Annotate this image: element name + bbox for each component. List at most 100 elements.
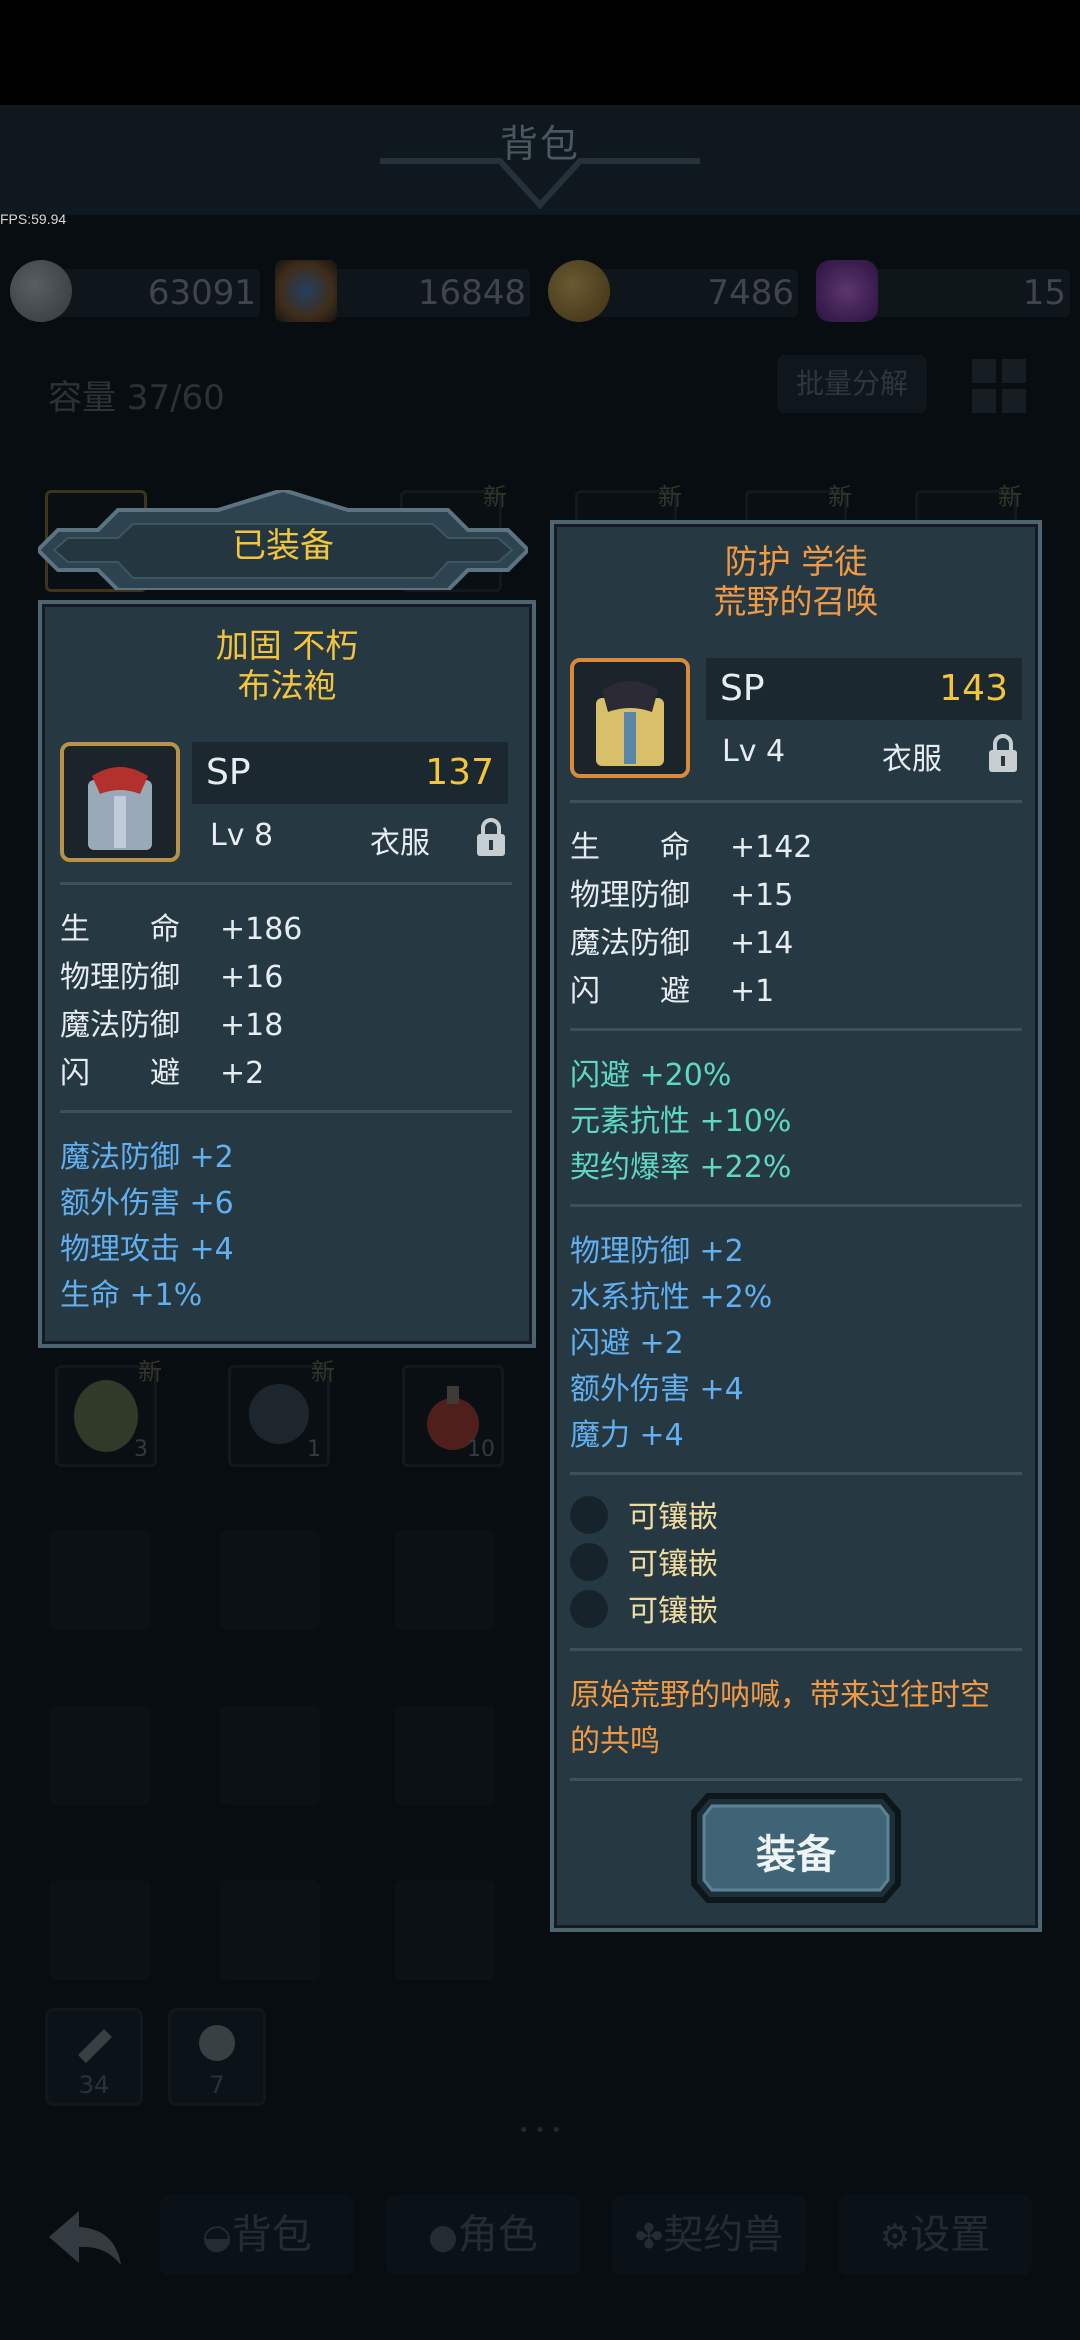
purple-gem-icon xyxy=(816,260,878,322)
divider xyxy=(570,1204,1022,1207)
item-type: 衣服 xyxy=(882,742,942,777)
nav-tab-bag[interactable]: ◒背包 xyxy=(160,2195,354,2275)
currency-silver: 63091 xyxy=(10,255,260,330)
back-arrow-icon[interactable] xyxy=(45,2207,125,2269)
divider xyxy=(60,1110,512,1113)
socket-label: 可镶嵌 xyxy=(628,1500,718,1535)
empty-slot[interactable] xyxy=(220,1880,320,1980)
currency-value: 16848 xyxy=(417,273,526,313)
equipped-item-panel: 加固 不朽 布法袍 SP 137 Lv 8 衣服 生 命 +186 物理防御 +16… xyxy=(38,600,536,1348)
stat-row: 闪 避 +1 xyxy=(570,974,775,1009)
quick-slot-capsule[interactable]: 7 xyxy=(168,2008,266,2106)
grid-view-icon[interactable] xyxy=(970,357,1028,415)
currency-crest: 16848 xyxy=(275,255,530,330)
nav-tab-settings[interactable]: ⚙设置 xyxy=(838,2195,1032,2275)
affix-line: 魔法防御 +2 xyxy=(60,1140,234,1175)
character-icon: ● xyxy=(428,2217,458,2257)
hammer-icon xyxy=(78,2029,112,2063)
affix-line: 生命 +1% xyxy=(60,1278,203,1313)
header-ornament-icon xyxy=(380,158,700,210)
empty-slot[interactable] xyxy=(395,1530,495,1630)
empty-slot[interactable] xyxy=(395,1705,495,1805)
affix-line: 魔力 +4 xyxy=(570,1418,684,1453)
empty-slot[interactable] xyxy=(50,1705,150,1805)
currency-value: 7486 xyxy=(707,273,794,313)
special-affix-line: 闪避 +20% xyxy=(570,1058,732,1093)
gem-socket-icon[interactable] xyxy=(570,1496,608,1534)
new-badge: 新 xyxy=(138,1358,162,1386)
socket-label: 可镶嵌 xyxy=(628,1547,718,1582)
sp-bar: SP 143 xyxy=(706,658,1022,720)
empty-slot[interactable] xyxy=(395,1880,495,1980)
batch-decompose-button[interactable]: 批量分解 xyxy=(777,355,927,413)
stat-row: 生 命 +186 xyxy=(60,912,303,947)
capacity-label: 容量 37/60 xyxy=(48,378,225,418)
item-name-line1: 防护 学徒 xyxy=(724,542,868,581)
affix-line: 水系抗性 +2% xyxy=(570,1280,773,1315)
screen-header: 背包 xyxy=(0,105,1080,215)
flavor-text: 原始荒野的呐喊，带来过往时空 xyxy=(570,1678,990,1713)
stat-row: 生 命 +142 xyxy=(570,830,813,865)
status-bar xyxy=(0,0,1080,105)
compare-item-panel: 防护 学徒 荒野的召唤 SP 143 Lv 4 衣服 生 命 +142 物理防御 +… xyxy=(550,520,1042,1932)
gem-socket-icon[interactable] xyxy=(570,1543,608,1581)
empty-slot[interactable] xyxy=(220,1530,320,1630)
divider xyxy=(60,882,512,885)
inventory-slot[interactable]: 新 1 xyxy=(228,1358,335,1467)
equipped-tab-label: 已装备 xyxy=(232,526,334,566)
fps-counter: FPS:59.94 xyxy=(0,211,67,227)
item-count: 10 xyxy=(467,1437,495,1462)
stat-row: 物理防御 +15 xyxy=(570,878,794,913)
capsule-icon xyxy=(199,2025,235,2061)
empty-slot[interactable] xyxy=(50,1880,150,1980)
special-affix-line: 元素抗性 +10% xyxy=(570,1104,792,1139)
stat-row: 物理防御 +16 xyxy=(60,960,284,995)
gem-socket-icon[interactable] xyxy=(570,1590,608,1628)
empty-slot[interactable] xyxy=(220,1705,320,1805)
new-badge: 新 xyxy=(828,483,852,511)
item-name-line1: 加固 不朽 xyxy=(215,626,359,665)
stat-row: 闪 避 +2 xyxy=(60,1056,265,1091)
mage-robe-icon xyxy=(88,767,152,850)
affix-line: 物理防御 +2 xyxy=(570,1234,744,1269)
empty-slot[interactable] xyxy=(50,1530,150,1630)
silver-coin-icon xyxy=(10,260,72,322)
stat-row: 魔法防御 +18 xyxy=(60,1008,284,1043)
item-level: Lv 8 xyxy=(210,818,274,853)
currency-gem: 15 xyxy=(816,255,1070,330)
stat-row: 魔法防御 +14 xyxy=(570,926,794,961)
inventory-slot[interactable]: 10 xyxy=(402,1365,504,1467)
inventory-slot[interactable]: 新 3 xyxy=(55,1358,162,1467)
equipped-tab-header: 已装备 xyxy=(38,490,528,590)
item-type: 衣服 xyxy=(370,826,430,861)
nav-tab-pets[interactable]: ✤契约兽 xyxy=(612,2195,806,2275)
currency-gold: 7486 xyxy=(548,255,798,330)
crest-emblem-icon xyxy=(275,260,337,322)
lock-icon[interactable] xyxy=(474,816,508,858)
affix-line: 闪避 +2 xyxy=(570,1326,684,1361)
sp-bar: SP 137 xyxy=(192,742,508,804)
paw-icon: ✤ xyxy=(634,2217,664,2257)
slot-count: 7 xyxy=(209,2071,225,2099)
item-count: 3 xyxy=(134,1437,148,1462)
divider xyxy=(570,800,1022,803)
apprentice-robe-icon xyxy=(596,681,664,766)
quick-slot-materials[interactable]: 34 xyxy=(45,2008,143,2106)
compare-item-icon-frame xyxy=(570,658,690,778)
bag-icon: ◒ xyxy=(202,2217,232,2257)
divider xyxy=(570,1028,1022,1031)
sp-value: 137 xyxy=(425,752,494,793)
equip-button[interactable]: 装备 xyxy=(690,1792,902,1904)
equip-button-label: 装备 xyxy=(756,1832,836,1878)
special-affix-line: 契约爆率 +22% xyxy=(570,1150,792,1185)
nav-tab-character[interactable]: ●角色 xyxy=(386,2195,580,2275)
affix-line: 额外伤害 +4 xyxy=(570,1372,744,1407)
new-badge: 新 xyxy=(658,483,682,511)
currency-row: 63091 16848 7486 15 xyxy=(0,255,1080,330)
flavor-text: 的共鸣 xyxy=(570,1724,660,1759)
gear-icon: ⚙ xyxy=(879,2217,911,2257)
divider xyxy=(570,1472,1022,1475)
lock-icon[interactable] xyxy=(986,732,1020,774)
sp-label: SP xyxy=(206,752,251,793)
sp-value: 143 xyxy=(939,668,1008,709)
